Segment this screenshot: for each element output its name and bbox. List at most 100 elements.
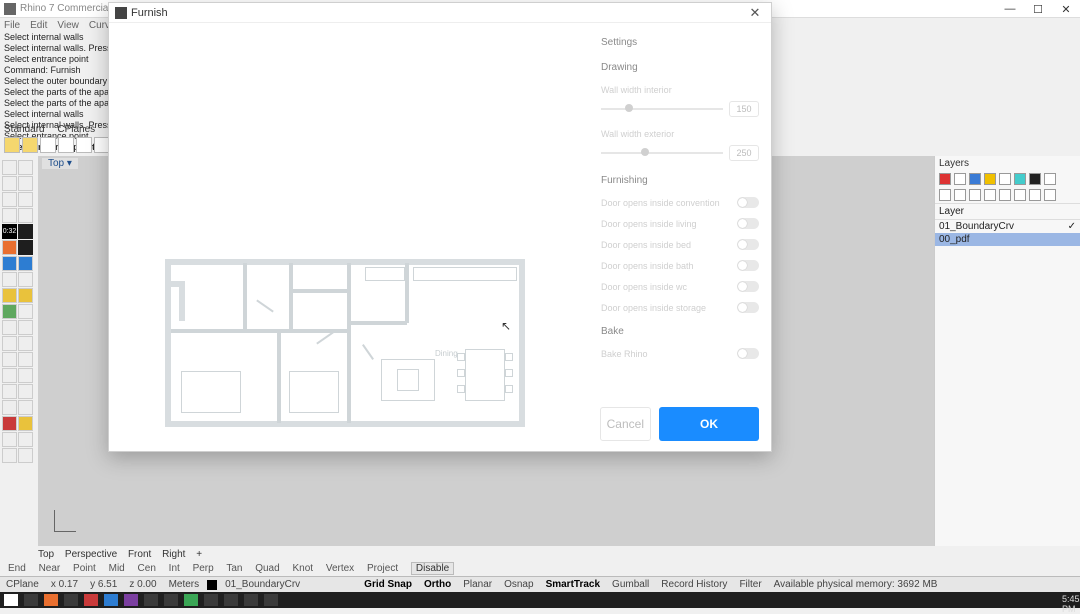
tool-icon[interactable] bbox=[2, 256, 17, 271]
tool-icon[interactable] bbox=[18, 400, 33, 415]
tb-open-icon[interactable] bbox=[22, 137, 38, 153]
tool-icon[interactable] bbox=[18, 288, 33, 303]
osnap-knot[interactable]: Knot bbox=[292, 563, 313, 574]
window-maximize[interactable]: ☐ bbox=[1024, 0, 1052, 18]
taskbar-app-icon[interactable] bbox=[44, 594, 58, 606]
tool-icon[interactable] bbox=[2, 208, 17, 223]
tool-icon[interactable] bbox=[18, 368, 33, 383]
layer-tool-icon[interactable] bbox=[1029, 173, 1041, 185]
vtab-top[interactable]: Top bbox=[38, 549, 54, 560]
viewport-title[interactable]: Top ▾ bbox=[42, 158, 78, 169]
osnap-end[interactable]: End bbox=[8, 563, 26, 574]
tool-icon[interactable] bbox=[2, 320, 17, 335]
layer-tool-icon[interactable] bbox=[1044, 173, 1056, 185]
tb-save-icon[interactable] bbox=[40, 137, 56, 153]
tab-cplanes[interactable]: CPlanes bbox=[57, 124, 95, 135]
tool-icon[interactable] bbox=[18, 336, 33, 351]
osnap-cen[interactable]: Cen bbox=[138, 563, 156, 574]
tool-icon[interactable] bbox=[18, 256, 33, 271]
layer-tool-icon[interactable] bbox=[939, 189, 951, 201]
taskbar-clock[interactable]: 5:45 PM bbox=[1062, 594, 1076, 606]
toggle-switch[interactable] bbox=[737, 197, 759, 208]
osnap-quad[interactable]: Quad bbox=[255, 563, 279, 574]
menu-edit[interactable]: Edit bbox=[30, 20, 47, 31]
taskbar-app-icon[interactable] bbox=[184, 594, 198, 606]
taskbar-app-icon[interactable] bbox=[104, 594, 118, 606]
dialog-close-icon[interactable]: ✕ bbox=[745, 5, 765, 21]
taskbar-app-icon[interactable] bbox=[124, 594, 138, 606]
layer-tool-icon[interactable] bbox=[939, 173, 951, 185]
status-gridsnap[interactable]: Grid Snap bbox=[364, 579, 412, 590]
ok-button[interactable]: OK bbox=[659, 407, 759, 441]
tab-standard[interactable]: Standard bbox=[4, 124, 45, 135]
layer-tool-icon[interactable] bbox=[984, 173, 996, 185]
status-ortho[interactable]: Ortho bbox=[424, 579, 451, 590]
tool-icon[interactable] bbox=[2, 160, 17, 175]
tool-icon[interactable] bbox=[2, 432, 17, 447]
osnap-near[interactable]: Near bbox=[39, 563, 61, 574]
taskbar-app-icon[interactable] bbox=[264, 594, 278, 606]
wall-int-slider[interactable] bbox=[601, 108, 723, 110]
layer-tool-icon[interactable] bbox=[999, 173, 1011, 185]
wall-int-value[interactable]: 150 bbox=[729, 101, 759, 117]
taskbar-app-icon[interactable] bbox=[144, 594, 158, 606]
osnap-tan[interactable]: Tan bbox=[226, 563, 242, 574]
tool-icon[interactable] bbox=[18, 240, 33, 255]
tool-icon[interactable] bbox=[18, 224, 33, 239]
status-layer[interactable]: 01_BoundaryCrv bbox=[225, 579, 300, 590]
start-button-icon[interactable] bbox=[4, 594, 18, 606]
window-close[interactable]: ✕ bbox=[1052, 0, 1080, 18]
wall-ext-slider[interactable] bbox=[601, 152, 723, 154]
tool-icon[interactable] bbox=[2, 304, 17, 319]
tool-icon[interactable] bbox=[18, 432, 33, 447]
vtab-right[interactable]: Right bbox=[162, 549, 185, 560]
osnap-vertex[interactable]: Vertex bbox=[326, 563, 354, 574]
status-filter[interactable]: Filter bbox=[739, 579, 761, 590]
toggle-switch[interactable] bbox=[737, 260, 759, 271]
tb-cut-icon[interactable] bbox=[76, 137, 92, 153]
layer-tool-icon[interactable] bbox=[1044, 189, 1056, 201]
tool-icon[interactable] bbox=[2, 400, 17, 415]
tool-icon[interactable] bbox=[2, 368, 17, 383]
status-gumball[interactable]: Gumball bbox=[612, 579, 649, 590]
wall-ext-value[interactable]: 250 bbox=[729, 145, 759, 161]
tool-icon[interactable] bbox=[2, 416, 17, 431]
tool-icon[interactable] bbox=[18, 384, 33, 399]
toggle-switch[interactable] bbox=[737, 281, 759, 292]
tool-icon[interactable] bbox=[18, 272, 33, 287]
status-osnap[interactable]: Osnap bbox=[504, 579, 533, 590]
vtab-front[interactable]: Front bbox=[128, 549, 151, 560]
tool-icon[interactable] bbox=[2, 272, 17, 287]
osnap-perp[interactable]: Perp bbox=[193, 563, 214, 574]
taskbar-app-icon[interactable] bbox=[204, 594, 218, 606]
layer-tool-icon[interactable] bbox=[999, 189, 1011, 201]
tb-new-icon[interactable] bbox=[4, 137, 20, 153]
toggle-switch[interactable] bbox=[737, 218, 759, 229]
tool-icon[interactable] bbox=[2, 240, 17, 255]
tool-icon[interactable] bbox=[18, 448, 33, 463]
window-minimize[interactable]: — bbox=[996, 0, 1024, 18]
layer-tool-icon[interactable] bbox=[1029, 189, 1041, 201]
layer-row[interactable]: 01_BoundaryCrv ✓ bbox=[935, 220, 1080, 233]
layer-tool-icon[interactable] bbox=[954, 189, 966, 201]
status-smarttrack[interactable]: SmartTrack bbox=[546, 579, 600, 590]
tool-icon[interactable] bbox=[18, 192, 33, 207]
taskbar-app-icon[interactable] bbox=[84, 594, 98, 606]
status-planar[interactable]: Planar bbox=[463, 579, 492, 590]
tool-icon[interactable] bbox=[2, 192, 17, 207]
tool-icon[interactable] bbox=[2, 336, 17, 351]
taskbar-app-icon[interactable] bbox=[24, 594, 38, 606]
tool-icon[interactable] bbox=[2, 352, 17, 367]
tool-icon[interactable] bbox=[2, 176, 17, 191]
layer-tool-icon[interactable] bbox=[1014, 189, 1026, 201]
osnap-point[interactable]: Point bbox=[73, 563, 96, 574]
vtab-perspective[interactable]: Perspective bbox=[65, 549, 117, 560]
dialog-titlebar[interactable]: Furnish ✕ bbox=[109, 3, 771, 23]
toggle-switch[interactable] bbox=[737, 239, 759, 250]
toggle-switch[interactable] bbox=[737, 302, 759, 313]
menu-file[interactable]: File bbox=[4, 20, 20, 31]
osnap-mid[interactable]: Mid bbox=[109, 563, 125, 574]
layer-tool-icon[interactable] bbox=[984, 189, 996, 201]
layer-row[interactable]: 00_pdf bbox=[935, 233, 1080, 246]
osnap-int[interactable]: Int bbox=[169, 563, 180, 574]
